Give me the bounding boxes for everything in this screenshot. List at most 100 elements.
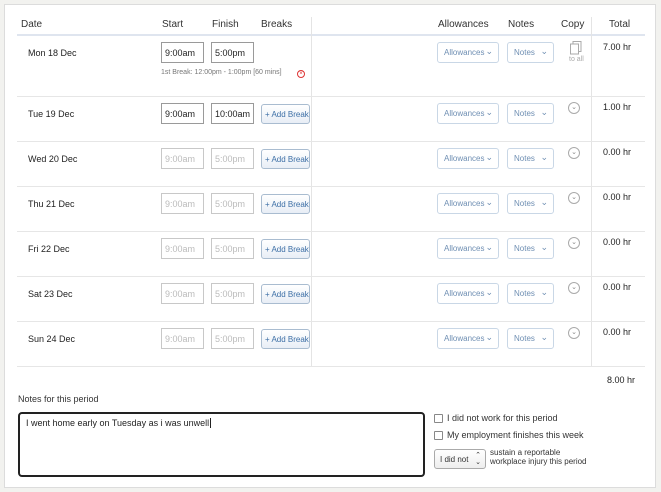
row-total: 1.00 hr bbox=[602, 102, 631, 112]
add-break-button[interactable]: + Add Break bbox=[261, 104, 310, 124]
start-time-input[interactable]: 9:00am bbox=[161, 238, 204, 259]
injury-select-value: I did not bbox=[440, 455, 469, 464]
row-date: Fri 22 Dec bbox=[28, 244, 70, 254]
row-separator bbox=[17, 231, 645, 232]
text-cursor bbox=[210, 418, 214, 428]
add-break-button[interactable]: + Add Break bbox=[261, 284, 310, 304]
start-time-input[interactable]: 9:00am bbox=[161, 193, 204, 214]
header-date: Date bbox=[21, 19, 43, 30]
did-not-work-label: I did not work for this period bbox=[447, 413, 558, 423]
header-start: Start bbox=[162, 19, 184, 30]
allowances-dropdown[interactable]: Allowances ⌄ bbox=[437, 238, 499, 259]
finish-time-input[interactable]: 5:00pm bbox=[211, 238, 254, 259]
copy-to-all-label: to all bbox=[569, 56, 584, 63]
chevron-down-icon: ⌄ bbox=[485, 46, 493, 56]
start-time-input[interactable]: 9:00am bbox=[161, 42, 204, 63]
copy-row-icon[interactable]: ⌄ bbox=[568, 192, 580, 204]
copy-row-icon[interactable]: ⌄ bbox=[568, 102, 580, 114]
copy-row-icon[interactable]: ⌄ bbox=[568, 327, 580, 339]
chevron-down-icon: ⌄ bbox=[485, 152, 493, 162]
allowances-label: Allowances bbox=[444, 334, 485, 343]
notes-label: Notes bbox=[514, 334, 535, 343]
row-separator bbox=[17, 366, 645, 367]
start-time-input[interactable]: 9:00am bbox=[161, 148, 204, 169]
row-total: 0.00 hr bbox=[602, 192, 631, 202]
up-down-arrows-icon: ⌃ ⌄ bbox=[475, 452, 481, 466]
row-separator bbox=[17, 186, 645, 187]
chevron-down-icon: ⌄ bbox=[540, 46, 548, 56]
notes-label: Notes bbox=[514, 154, 535, 163]
notes-label: Notes bbox=[514, 48, 535, 57]
start-time-input[interactable]: 9:00am bbox=[161, 328, 204, 349]
notes-dropdown[interactable]: Notes ⌄ bbox=[507, 193, 554, 214]
allowances-label: Allowances bbox=[444, 154, 485, 163]
add-break-button[interactable]: + Add Break bbox=[261, 194, 310, 214]
row-total: 0.00 hr bbox=[602, 282, 631, 292]
start-time-input[interactable]: 9:00am bbox=[161, 283, 204, 304]
injury-select[interactable]: I did not ⌃ ⌄ bbox=[434, 449, 486, 469]
add-break-button[interactable]: + Add Break bbox=[261, 149, 310, 169]
allowances-dropdown[interactable]: Allowances ⌄ bbox=[437, 193, 499, 214]
notes-dropdown[interactable]: Notes ⌄ bbox=[507, 42, 554, 63]
notes-dropdown[interactable]: Notes ⌄ bbox=[507, 238, 554, 259]
notes-dropdown[interactable]: Notes ⌄ bbox=[507, 283, 554, 304]
breaks-column-divider bbox=[311, 17, 312, 367]
injury-text-line2: workplace injury this period bbox=[490, 457, 587, 466]
copy-row-icon[interactable]: ⌄ bbox=[568, 147, 580, 159]
chevron-down-icon: ⌄ bbox=[485, 287, 493, 297]
copy-to-all-button[interactable]: to all bbox=[569, 41, 584, 63]
row-date: Mon 18 Dec bbox=[28, 48, 77, 58]
finish-time-input[interactable]: 5:00pm bbox=[211, 148, 254, 169]
row-date: Wed 20 Dec bbox=[28, 154, 78, 164]
finish-time-input[interactable]: 5:00pm bbox=[211, 42, 254, 63]
finish-time-input[interactable]: 10:00am bbox=[211, 103, 254, 124]
did-not-work-checkbox[interactable] bbox=[434, 414, 443, 423]
notes-period-text: I went home early on Tuesday as i was un… bbox=[26, 418, 210, 428]
header-allowances: Allowances bbox=[438, 19, 489, 30]
notes-dropdown[interactable]: Notes ⌄ bbox=[507, 103, 554, 124]
row-separator bbox=[17, 321, 645, 322]
row-date: Sun 24 Dec bbox=[28, 334, 76, 344]
chevron-down-icon: ⌄ bbox=[540, 242, 548, 252]
notes-label: Notes bbox=[514, 199, 535, 208]
grand-total-value: 8.00 bbox=[607, 375, 625, 385]
add-break-button[interactable]: + Add Break bbox=[261, 239, 310, 259]
add-break-button[interactable]: + Add Break bbox=[261, 329, 310, 349]
row-total: 0.00 hr bbox=[602, 147, 631, 157]
row-total: 7.00 hr bbox=[602, 42, 631, 52]
start-time-input[interactable]: 9:00am bbox=[161, 103, 204, 124]
header-total: Total bbox=[609, 19, 631, 30]
chevron-down-icon: ⌄ bbox=[540, 152, 548, 162]
allowances-dropdown[interactable]: Allowances ⌄ bbox=[437, 103, 499, 124]
notes-dropdown[interactable]: Notes ⌄ bbox=[507, 148, 554, 169]
chevron-down-icon: ⌄ bbox=[540, 287, 548, 297]
notes-dropdown[interactable]: Notes ⌄ bbox=[507, 328, 554, 349]
remove-break-icon[interactable]: × bbox=[297, 70, 305, 78]
finish-time-input[interactable]: 5:00pm bbox=[211, 328, 254, 349]
copy-row-icon[interactable]: ⌄ bbox=[568, 237, 580, 249]
copy-row-icon[interactable]: ⌄ bbox=[568, 282, 580, 294]
allowances-label: Allowances bbox=[444, 48, 485, 57]
chevron-down-icon: ⌄ bbox=[485, 242, 493, 252]
finish-time-input[interactable]: 5:00pm bbox=[211, 283, 254, 304]
allowances-dropdown[interactable]: Allowances ⌄ bbox=[437, 328, 499, 349]
row-date: Sat 23 Dec bbox=[28, 289, 73, 299]
finish-time-input[interactable]: 5:00pm bbox=[211, 193, 254, 214]
row-total: 0.00 hr bbox=[602, 237, 631, 247]
injury-text: sustain a reportable workplace injury th… bbox=[490, 448, 587, 466]
notes-period-textarea[interactable]: I went home early on Tuesday as i was un… bbox=[18, 412, 425, 477]
chevron-down-icon: ⌄ bbox=[540, 197, 548, 207]
timesheet-panel: Date Start Finish Breaks Allowances Note… bbox=[4, 4, 656, 488]
chevron-down-icon: ⌄ bbox=[485, 197, 493, 207]
injury-text-line1: sustain a reportable bbox=[490, 448, 561, 457]
allowances-dropdown[interactable]: Allowances ⌄ bbox=[437, 283, 499, 304]
header-underline bbox=[17, 34, 645, 36]
chevron-down-icon: ⌄ bbox=[485, 332, 493, 342]
header-breaks: Breaks bbox=[261, 19, 293, 30]
row-date: Thu 21 Dec bbox=[28, 199, 75, 209]
allowances-dropdown[interactable]: Allowances ⌄ bbox=[437, 42, 499, 63]
allowances-dropdown[interactable]: Allowances ⌄ bbox=[437, 148, 499, 169]
allowances-label: Allowances bbox=[444, 109, 485, 118]
employment-finishes-checkbox[interactable] bbox=[434, 431, 443, 440]
row-total: 0.00 hr bbox=[602, 327, 631, 337]
